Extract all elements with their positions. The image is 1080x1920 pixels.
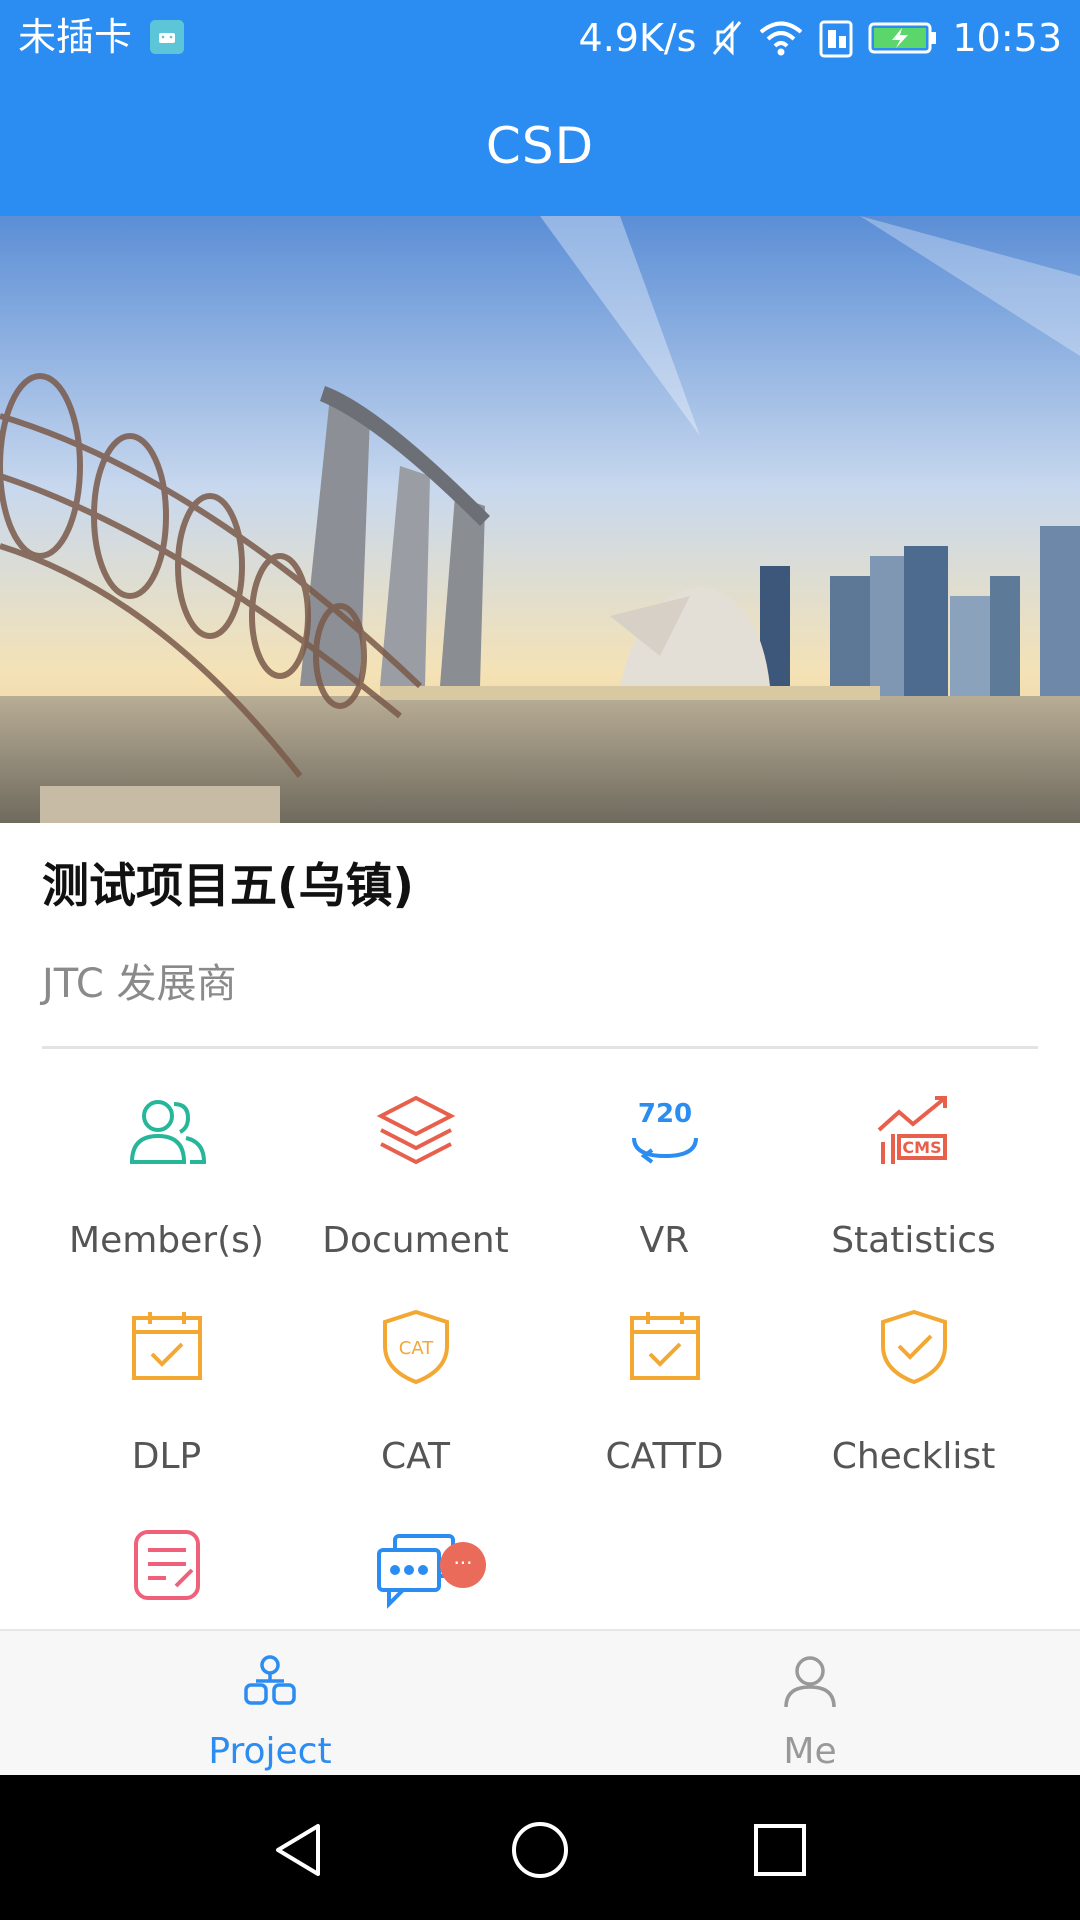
person-icon	[782, 1653, 838, 1709]
svg-text:CAT: CAT	[399, 1338, 434, 1359]
svg-text:720: 720	[638, 1099, 692, 1129]
module-statistics[interactable]: CMS Statistics	[789, 1090, 1038, 1290]
chat-unread-badge: ···	[440, 1542, 486, 1588]
module-label: CAT	[381, 1436, 450, 1477]
system-nav-bar	[0, 1775, 1080, 1920]
recents-icon[interactable]	[750, 1820, 810, 1880]
tab-label: Me	[783, 1731, 837, 1772]
shield-check-icon	[873, 1306, 955, 1388]
module-dlp[interactable]: DLP	[42, 1306, 291, 1506]
cat-shield-icon: CAT	[375, 1306, 457, 1388]
notes-edit-icon	[126, 1522, 208, 1604]
tab-project[interactable]: Project	[0, 1631, 540, 1777]
vr-720-icon: 720	[624, 1090, 706, 1172]
module-label: VR	[639, 1220, 690, 1261]
module-members[interactable]: Member(s)	[42, 1090, 291, 1290]
module-label: Checklist	[831, 1436, 996, 1477]
project-title: 测试项目五(乌镇)	[42, 859, 414, 914]
bottom-nav: Project Me	[0, 1629, 1080, 1777]
wifi-icon	[758, 19, 804, 57]
cms-chart-icon: CMS	[873, 1090, 955, 1172]
calendar-check-icon	[126, 1306, 208, 1388]
divider	[42, 1046, 1038, 1049]
module-cat[interactable]: CAT CAT	[291, 1306, 540, 1506]
carrier-text: 未插卡	[18, 15, 133, 59]
module-cattd[interactable]: CATTD	[540, 1306, 789, 1506]
module-chat[interactable]	[291, 1522, 540, 1632]
module-label: Member(s)	[69, 1220, 264, 1261]
module-label: CATTD	[605, 1436, 724, 1477]
module-label: DLP	[131, 1436, 202, 1477]
module-checklist[interactable]: Checklist	[789, 1306, 1038, 1506]
module-vr[interactable]: 720 VR	[540, 1090, 789, 1290]
sim-icon	[818, 18, 854, 58]
project-banner-image[interactable]	[0, 216, 1080, 823]
tab-label: Project	[208, 1731, 332, 1772]
layers-icon	[375, 1090, 457, 1172]
app-title: CSD	[485, 117, 595, 175]
module-document[interactable]: Document	[291, 1090, 540, 1290]
status-icons: 4.9K/s 10:53	[579, 12, 1062, 64]
clock: 10:53	[952, 16, 1062, 60]
tab-me[interactable]: Me	[540, 1631, 1080, 1777]
members-icon	[126, 1090, 208, 1172]
module-notes[interactable]	[42, 1522, 291, 1622]
battery-charging-icon	[868, 20, 938, 56]
back-icon[interactable]	[270, 1820, 330, 1880]
app-bar: CSD	[0, 76, 1080, 216]
project-icon	[242, 1653, 298, 1709]
network-speed: 4.9K/s	[578, 16, 697, 60]
project-developer: JTC 发展商	[42, 961, 237, 1007]
module-label: Document	[322, 1220, 509, 1261]
calendar-check-icon	[624, 1306, 706, 1388]
android-icon	[150, 20, 184, 54]
home-icon[interactable]	[510, 1820, 570, 1880]
svg-text:CMS: CMS	[902, 1138, 941, 1157]
module-label: Statistics	[831, 1220, 996, 1261]
mute-icon	[710, 18, 744, 58]
status-bar: 未插卡 4.9K/s 10:53	[0, 0, 1080, 76]
